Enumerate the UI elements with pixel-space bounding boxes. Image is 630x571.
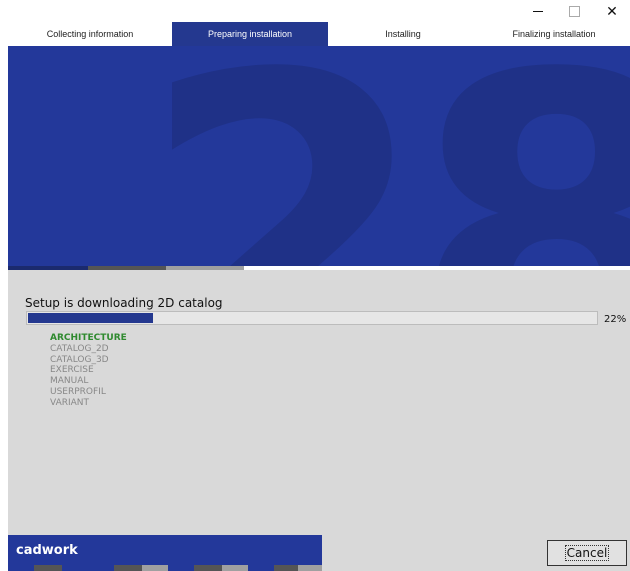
component-item-userprofil: USERPROFIL [50, 386, 106, 397]
strip-segment [298, 565, 322, 571]
strip-segment [168, 565, 194, 571]
component-item-catalog-2d: CATALOG_2D [50, 343, 109, 354]
cancel-button-label: Cancel [564, 545, 610, 561]
step-installing: Installing [328, 22, 478, 46]
component-item-architecture: ARCHITECTURE [50, 333, 127, 343]
minimize-icon [533, 10, 543, 12]
footer-strip [8, 565, 322, 571]
strip-segment [34, 565, 62, 571]
cancel-button[interactable]: Cancel [547, 540, 627, 566]
window-title-bar: ✕ [0, 0, 630, 22]
close-icon: ✕ [606, 2, 618, 19]
strip-segment [8, 565, 34, 571]
step-preparing-installation: Preparing installation [172, 22, 328, 46]
strip-segment [88, 565, 114, 571]
component-list: ARCHITECTURE CATALOG_2D CATALOG_3D EXERC… [50, 333, 127, 409]
brand-logo: cadwork [8, 535, 322, 565]
minimize-button[interactable] [520, 0, 556, 22]
close-button[interactable]: ✕ [594, 0, 630, 22]
step-collecting-information: Collecting information [8, 22, 172, 46]
maximize-icon [568, 5, 580, 17]
strip-segment [62, 565, 88, 571]
version-number-graphic: 28 [138, 46, 630, 266]
download-progress-bar [26, 311, 598, 325]
progress-percent: 22% [604, 314, 627, 325]
progress-fill [28, 313, 153, 323]
version-digits: 28 [138, 46, 630, 266]
installation-steps: Collecting information Preparing install… [8, 22, 630, 46]
strip-segment [194, 565, 222, 571]
component-item-catalog-3d: CATALOG_3D [50, 354, 109, 365]
status-message: Setup is downloading 2D catalog [25, 296, 223, 310]
strip-segment [222, 565, 248, 571]
version-banner: 28 [8, 46, 630, 266]
strip-segment [274, 565, 298, 571]
component-item-exercise: EXERCISE [50, 365, 94, 376]
maximize-button [556, 0, 592, 22]
component-item-manual: MANUAL [50, 376, 89, 387]
strip-segment [248, 565, 274, 571]
step-finalizing-installation: Finalizing installation [478, 22, 630, 46]
strip-segment [114, 565, 142, 571]
component-item-variant: VARIANT [50, 397, 90, 408]
strip-segment [142, 565, 168, 571]
